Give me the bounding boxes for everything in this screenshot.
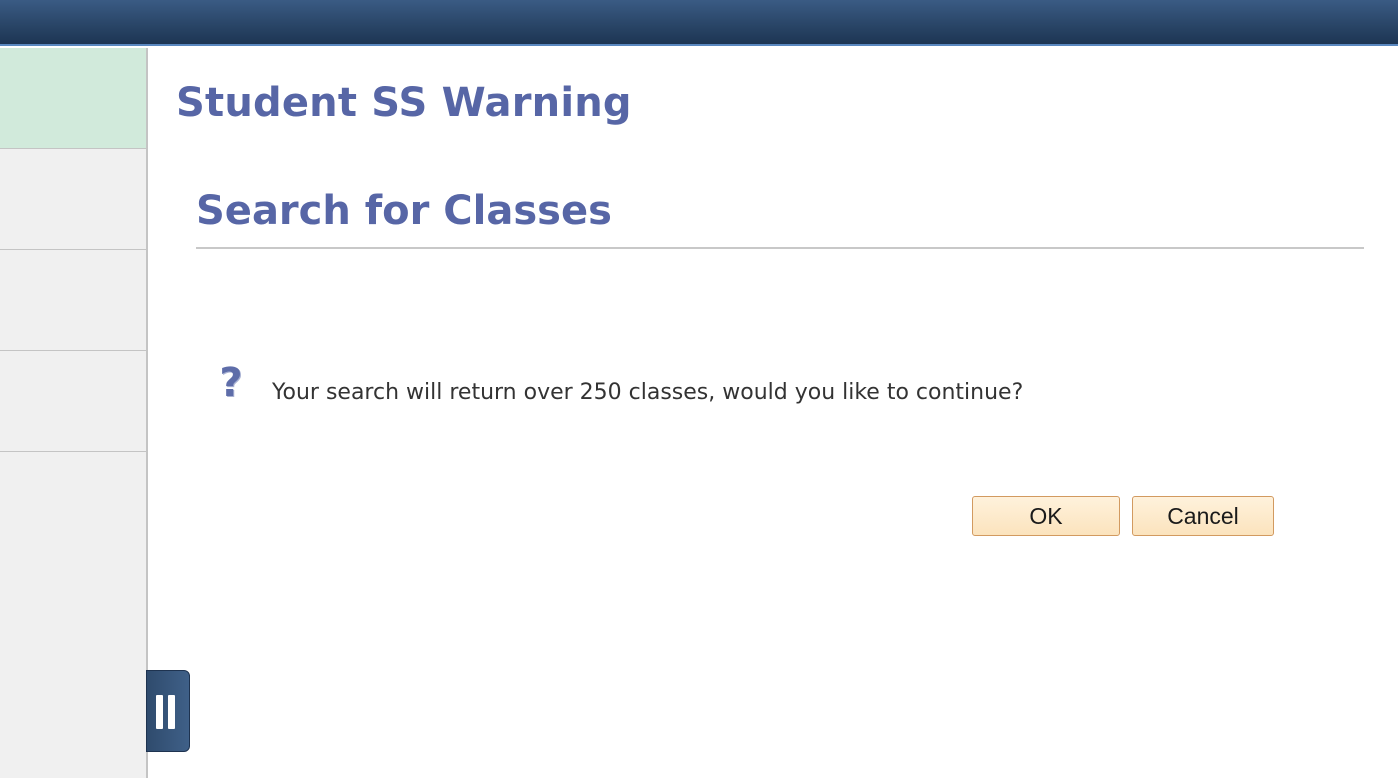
sidebar-collapse-button[interactable] bbox=[146, 670, 190, 752]
pause-bars-icon bbox=[156, 695, 163, 729]
sidebar bbox=[0, 48, 148, 778]
warning-message: Your search will return over 250 classes… bbox=[272, 380, 1024, 405]
question-mark-icon: ? bbox=[219, 360, 243, 406]
sidebar-item-4[interactable] bbox=[0, 351, 146, 452]
sidebar-item-2[interactable] bbox=[0, 149, 146, 250]
ok-button[interactable]: OK bbox=[972, 496, 1120, 536]
page-title: Student SS Warning bbox=[176, 80, 632, 126]
top-banner bbox=[0, 0, 1398, 46]
section-title: Search for Classes bbox=[196, 188, 612, 234]
cancel-button[interactable]: Cancel bbox=[1132, 496, 1274, 536]
sidebar-item-1[interactable] bbox=[0, 48, 146, 149]
section-divider bbox=[196, 247, 1364, 249]
sidebar-item-3[interactable] bbox=[0, 250, 146, 351]
pause-bars-icon-right bbox=[168, 695, 175, 729]
